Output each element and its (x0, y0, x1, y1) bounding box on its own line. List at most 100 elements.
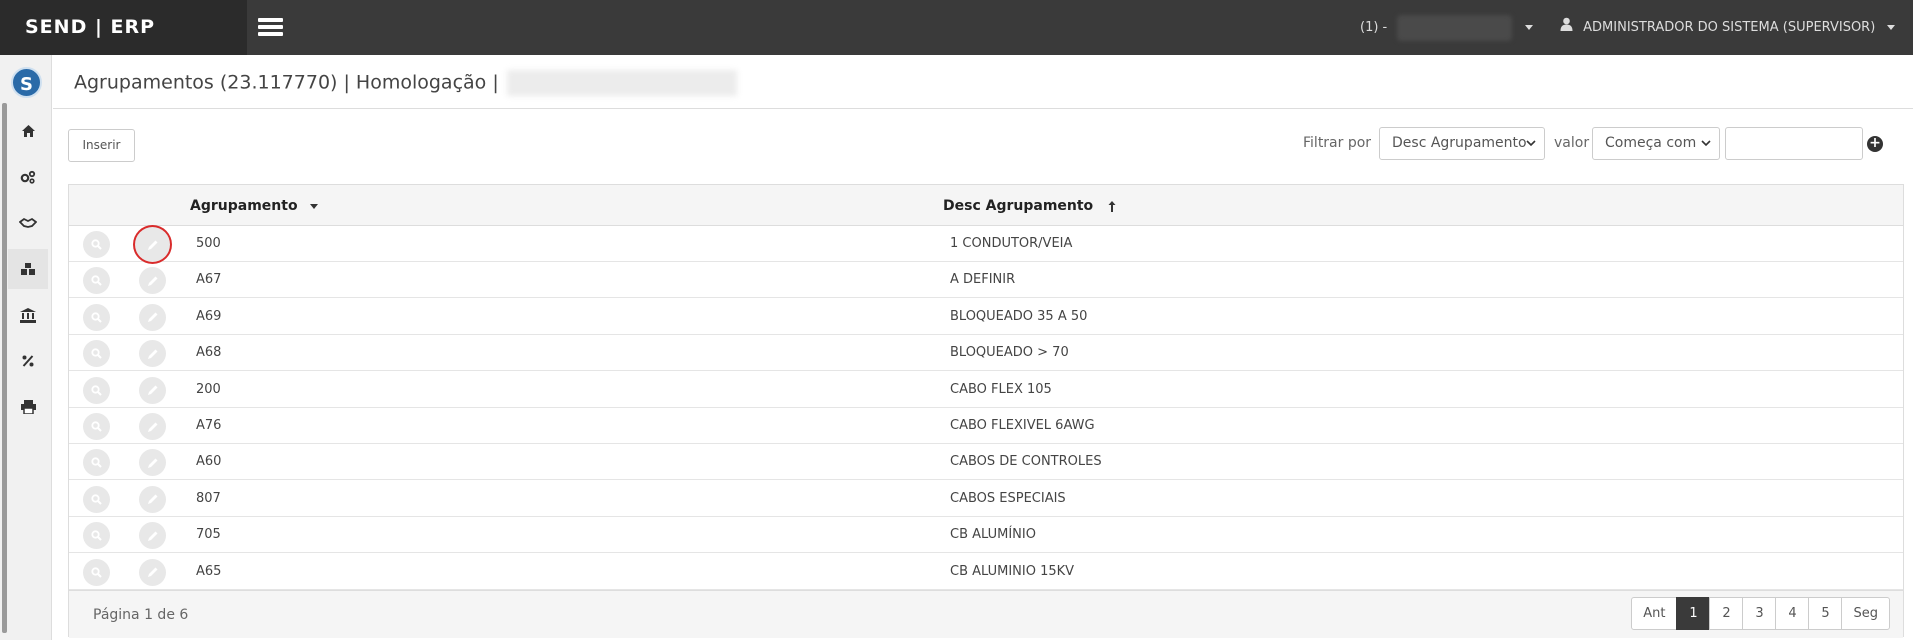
insert-button[interactable]: Inserir (68, 129, 135, 162)
view-button[interactable] (83, 413, 110, 440)
percent-icon[interactable] (8, 341, 48, 381)
filter-operator-select[interactable]: Começa com (1592, 127, 1720, 160)
agrupamento-cell: A76 (196, 418, 222, 433)
edit-button[interactable] (139, 558, 166, 586)
page-5-button[interactable]: 5 (1808, 597, 1843, 630)
agrupamento-cell: A67 (196, 272, 222, 288)
agrupamento-cell: A69 (196, 308, 222, 324)
value-label: valor (1554, 135, 1590, 151)
table-row[interactable]: A67 A DEFINIR (69, 262, 1903, 299)
user-menu[interactable]: ADMINISTRADOR DO SISTEMA (SUPERVISOR) (1560, 0, 1896, 55)
column-header-label: Agrupamento (190, 198, 298, 214)
title-redacted (506, 70, 737, 96)
pencil-icon (147, 531, 157, 541)
print-icon[interactable] (8, 387, 48, 427)
page-2-button[interactable]: 2 (1709, 597, 1744, 630)
edit-button[interactable] (139, 413, 166, 440)
table-row[interactable]: 807 CABOS ESPECIAIS (69, 481, 1903, 517)
page-info: Página 1 de 6 (93, 607, 189, 623)
search-icon (91, 421, 102, 432)
company-selector[interactable]: (1) - (1360, 0, 1533, 55)
handshake-icon[interactable] (8, 203, 48, 243)
cubes-icon[interactable] (8, 249, 48, 289)
menu-toggle-icon[interactable] (258, 18, 283, 37)
view-button[interactable] (83, 231, 110, 258)
column-header-label: Desc Agrupamento (943, 198, 1094, 214)
filter-value-input[interactable] (1725, 127, 1863, 160)
edit-button[interactable] (139, 376, 166, 404)
bank-icon[interactable] (8, 295, 48, 335)
search-icon (91, 239, 102, 250)
search-icon (91, 348, 102, 359)
add-filter-icon[interactable]: + (1867, 136, 1883, 152)
search-icon (91, 494, 102, 505)
table-footer: Página 1 de 6 Ant 1 2 3 4 5 Seg (69, 590, 1903, 638)
table-row[interactable]: A76 CABO FLEXIVEL 6AWG (69, 408, 1903, 444)
desc-agrupamento-cell: BLOQUEADO 35 A 50 (950, 308, 1088, 324)
sort-down-icon (310, 203, 319, 209)
view-button[interactable] (83, 340, 110, 368)
table-row[interactable]: 705 CB ALUMÍNIO (69, 517, 1903, 554)
view-button[interactable] (83, 376, 110, 404)
home-icon[interactable] (8, 111, 48, 151)
table-row[interactable]: 200 CABO FLEX 105 (69, 371, 1903, 408)
prev-page-button[interactable]: Ant (1631, 597, 1678, 630)
view-button[interactable] (83, 522, 110, 550)
pencil-icon (147, 494, 157, 505)
edit-button[interactable] (139, 485, 166, 513)
chevron-down-icon (1524, 25, 1533, 30)
view-button[interactable] (83, 303, 110, 331)
desc-agrupamento-cell: CB ALUMÍNIO (950, 527, 1036, 543)
desc-agrupamento-cell: BLOQUEADO > 70 (950, 345, 1069, 361)
edit-button[interactable] (139, 522, 166, 550)
table-row[interactable]: A68 BLOQUEADO > 70 (69, 335, 1903, 372)
data-table: Agrupamento Desc Agrupamento 500 1 CONDUT… (68, 184, 1904, 638)
filter-operator-value: Começa com (1605, 135, 1697, 151)
edit-button[interactable] (135, 227, 170, 262)
page-4-button[interactable]: 4 (1775, 597, 1810, 630)
edit-button[interactable] (139, 340, 166, 368)
view-button[interactable] (83, 485, 110, 513)
top-navbar: SEND | ERP (1) - ADMINISTRADOR DO SISTEM… (0, 0, 1913, 55)
chevron-down-icon (1701, 140, 1711, 147)
filter-field-select[interactable]: Desc Agrupamento (1379, 127, 1545, 160)
edit-button[interactable] (139, 303, 166, 331)
pencil-icon (147, 349, 157, 359)
filter-by-label: Filtrar por (1303, 135, 1372, 151)
chevron-down-icon (1526, 140, 1536, 147)
column-header-agrupamento[interactable]: Agrupamento (190, 198, 319, 214)
sidebar-scrollbar[interactable] (2, 103, 7, 633)
edit-button[interactable] (139, 449, 166, 477)
table-row[interactable]: A69 BLOQUEADO 35 A 50 (69, 298, 1903, 335)
sort-up-arrow-icon (1108, 200, 1116, 212)
brand-logo[interactable]: SEND | ERP (0, 0, 247, 55)
user-name: ADMINISTRADOR DO SISTEMA (SUPERVISOR) (1583, 20, 1876, 35)
edit-button[interactable] (139, 267, 166, 295)
view-button[interactable] (83, 267, 110, 295)
search-icon (91, 530, 102, 541)
page-1-button[interactable]: 1 (1676, 597, 1711, 630)
company-logo[interactable]: S (11, 67, 42, 98)
search-icon (91, 312, 102, 323)
search-icon (91, 457, 102, 469)
pencil-icon (147, 240, 157, 250)
view-button[interactable] (83, 449, 110, 477)
view-button[interactable] (83, 558, 110, 586)
next-page-button[interactable]: Seg (1841, 597, 1890, 630)
agrupamento-cell: 500 (196, 236, 221, 251)
agrupamento-cell: A60 (196, 454, 222, 470)
table-row[interactable]: 500 1 CONDUTOR/VEIA (69, 226, 1903, 262)
table-row[interactable]: A60 CABOS DE CONTROLES (69, 444, 1903, 481)
page-header: Agrupamentos (23.117770) | Homologação | (53, 55, 1913, 109)
column-header-desc-agrupamento[interactable]: Desc Agrupamento (943, 198, 1116, 214)
pencil-icon (147, 312, 157, 323)
chevron-down-icon (1887, 25, 1896, 30)
desc-agrupamento-cell: CABOS DE CONTROLES (950, 454, 1102, 470)
user-icon (1560, 0, 1573, 55)
pencil-icon (147, 276, 157, 286)
sidebar: S (0, 55, 52, 640)
gears-icon[interactable] (8, 157, 48, 197)
table-row[interactable]: A65 CB ALUMINIO 15KV (69, 554, 1903, 590)
page-3-button[interactable]: 3 (1742, 597, 1777, 630)
desc-agrupamento-cell: CABOS ESPECIAIS (950, 490, 1066, 506)
